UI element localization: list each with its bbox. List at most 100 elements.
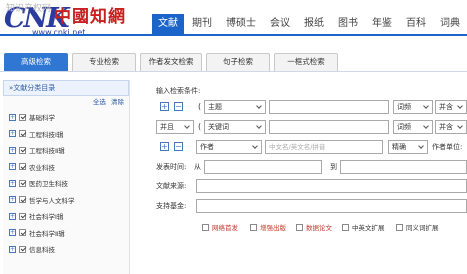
date-from-input[interactable] — [204, 160, 322, 174]
tab-author-search[interactable]: 作者发文检索 — [140, 53, 202, 71]
expand-icon[interactable]: + — [9, 179, 16, 187]
category-checkbox[interactable] — [19, 245, 26, 253]
select-all-link[interactable]: 全选 — [93, 98, 106, 106]
nav-tab-dictionary[interactable]: 词典 — [434, 14, 466, 34]
date-to-input[interactable] — [340, 160, 467, 174]
category-sidebar: »文献分类目录 全选 清除 + 基础科学 + 工程科技Ⅰ辑 + 工程科技Ⅱ辑 + 农业科… — [3, 80, 130, 274]
field-select-2[interactable]: 关键词 — [204, 120, 266, 134]
open-paren: ( — [198, 102, 202, 111]
category-checkbox[interactable] — [19, 163, 26, 171]
keyword-input-2[interactable] — [269, 120, 389, 134]
option-checkbox[interactable] — [396, 223, 403, 231]
category-item[interactable]: + 工程科技Ⅱ辑 — [3, 142, 129, 159]
category-item[interactable]: + 社会科学Ⅱ辑 — [3, 225, 129, 242]
category-checkbox[interactable] — [19, 130, 26, 138]
nav-tab-conferences[interactable]: 会议 — [264, 14, 296, 34]
option-checkbox[interactable] — [342, 223, 349, 231]
match-select-2[interactable]: 词频 — [393, 120, 433, 134]
expand-icon[interactable]: + — [9, 196, 16, 204]
logo-url-text: www.cnki.net — [32, 28, 86, 37]
fund-row: 支持基金: — [138, 199, 467, 213]
category-label: 工程科技Ⅰ辑 — [29, 130, 64, 139]
keyword-input-1[interactable] — [269, 100, 389, 114]
search-type-tabs: 高级检索 专业检索 作者发文检索 句子检索 一框式检索 — [0, 47, 467, 72]
category-checkbox[interactable] — [19, 196, 26, 204]
category-checkbox[interactable] — [19, 212, 26, 220]
category-item[interactable]: + 医药卫生科技 — [3, 175, 129, 192]
category-item[interactable]: + 基础科学 — [3, 109, 129, 126]
category-item[interactable]: + 社会科学Ⅰ辑 — [3, 208, 129, 225]
tab-professional-search[interactable]: 专业检索 — [72, 53, 136, 71]
category-label: 基础科学 — [29, 114, 55, 123]
nav-tab-books[interactable]: 图书 — [332, 14, 364, 34]
category-item[interactable]: + 农业科技 — [3, 159, 129, 176]
nav-tab-theses[interactable]: 博硕士 — [220, 14, 262, 34]
expand-icon[interactable]: + — [9, 113, 16, 121]
option-checkbox[interactable] — [250, 223, 257, 231]
remove-author-icon[interactable]: − — [174, 142, 183, 151]
nav-tab-literature[interactable]: 文献 — [152, 14, 184, 34]
author-field-select[interactable]: 作者 — [196, 140, 262, 154]
field-select-1[interactable]: 主题 — [204, 100, 266, 114]
cnki-logo[interactable]: CNK 中國知網 www.cnki.net 知识产权网 — [4, 4, 132, 38]
author-match-select[interactable]: 精确 — [388, 140, 428, 154]
expand-icon[interactable]: + — [9, 245, 16, 253]
source-label: 文献来源: — [156, 182, 187, 190]
fund-input[interactable] — [196, 199, 467, 213]
option-label: 中英文扩展 — [352, 224, 385, 232]
category-checkbox[interactable] — [19, 146, 26, 154]
logic-select-2[interactable]: 并含 — [435, 120, 467, 134]
expand-icon[interactable]: + — [9, 212, 16, 220]
option-checkbox[interactable] — [296, 223, 303, 231]
remove-row-icon[interactable]: − — [174, 102, 183, 111]
nav-tab-encyclopedia[interactable]: 百科 — [400, 14, 432, 34]
condition-row-2: 并且 ( 关键词 词频 并含 — [138, 120, 467, 134]
date-to-label: 到 — [330, 163, 337, 171]
option-label: 数据论文 — [306, 224, 332, 232]
category-label: 社会科学Ⅱ辑 — [29, 229, 65, 238]
resource-nav: 文献 期刊 博硕士 会议 报纸 图书 年鉴 百科 词典 — [152, 14, 467, 34]
option-cn-en-expand[interactable]: 中英文扩展 — [342, 222, 385, 232]
category-item[interactable]: + 工程科技Ⅰ辑 — [3, 126, 129, 143]
author-unit-label: 作者单位: — [432, 143, 463, 151]
expand-icon[interactable]: + — [9, 146, 16, 154]
expand-icon[interactable]: + — [9, 130, 16, 138]
category-item[interactable]: + 哲学与人文科学 — [3, 192, 129, 209]
logic-select-1[interactable]: 并含 — [435, 100, 467, 114]
author-input[interactable]: 中文名/英文名/拼音 — [265, 140, 383, 154]
sidebar-title: »文献分类目录 — [3, 80, 129, 96]
add-row-icon[interactable]: + — [160, 102, 169, 111]
operator-select-2[interactable]: 并且 — [156, 120, 194, 134]
search-form: 输入检索条件: + − ( 主题 词频 并含 并且 ( 关键词 词频 并含 + … — [138, 80, 467, 274]
tab-advanced-search[interactable]: 高级检索 — [4, 53, 68, 71]
option-checkbox[interactable] — [202, 223, 209, 231]
date-row: 发表时间: 从 到 — [138, 160, 467, 174]
top-header: CNK 中國知網 www.cnki.net 知识产权网 文献 期刊 博硕士 会议… — [0, 0, 467, 44]
nav-tab-newspapers[interactable]: 报纸 — [298, 14, 330, 34]
tab-sentence-search[interactable]: 句子检索 — [206, 53, 270, 71]
option-enhanced[interactable]: 增强出版 — [250, 222, 286, 232]
nav-divider — [0, 34, 467, 36]
expand-icon[interactable]: + — [9, 229, 16, 237]
option-data-paper[interactable]: 数据论文 — [296, 222, 332, 232]
category-label: 社会科学Ⅰ辑 — [29, 213, 64, 222]
option-synonym-expand[interactable]: 同义词扩展 — [396, 222, 439, 232]
tab-single-box-search[interactable]: 一框式检索 — [274, 53, 338, 71]
category-checkbox[interactable] — [19, 179, 26, 187]
match-select-1[interactable]: 词频 — [393, 100, 433, 114]
source-input[interactable] — [196, 179, 467, 193]
publish-time-label: 发表时间: — [156, 163, 187, 171]
nav-tab-yearbooks[interactable]: 年鉴 — [366, 14, 398, 34]
category-checkbox[interactable] — [19, 229, 26, 237]
category-checkbox[interactable] — [19, 113, 26, 121]
nav-tab-journals[interactable]: 期刊 — [186, 14, 218, 34]
watermark-text: 知识产权网 — [6, 4, 52, 14]
category-label: 信息科技 — [29, 246, 55, 255]
category-label: 农业科技 — [29, 163, 55, 172]
category-label: 医药卫生科技 — [29, 180, 68, 189]
category-item[interactable]: + 信息科技 — [3, 241, 129, 258]
clear-link[interactable]: 清除 — [111, 98, 124, 106]
expand-icon[interactable]: + — [9, 163, 16, 171]
option-online-first[interactable]: 网络首发 — [202, 222, 238, 232]
add-author-icon[interactable]: + — [160, 142, 169, 151]
